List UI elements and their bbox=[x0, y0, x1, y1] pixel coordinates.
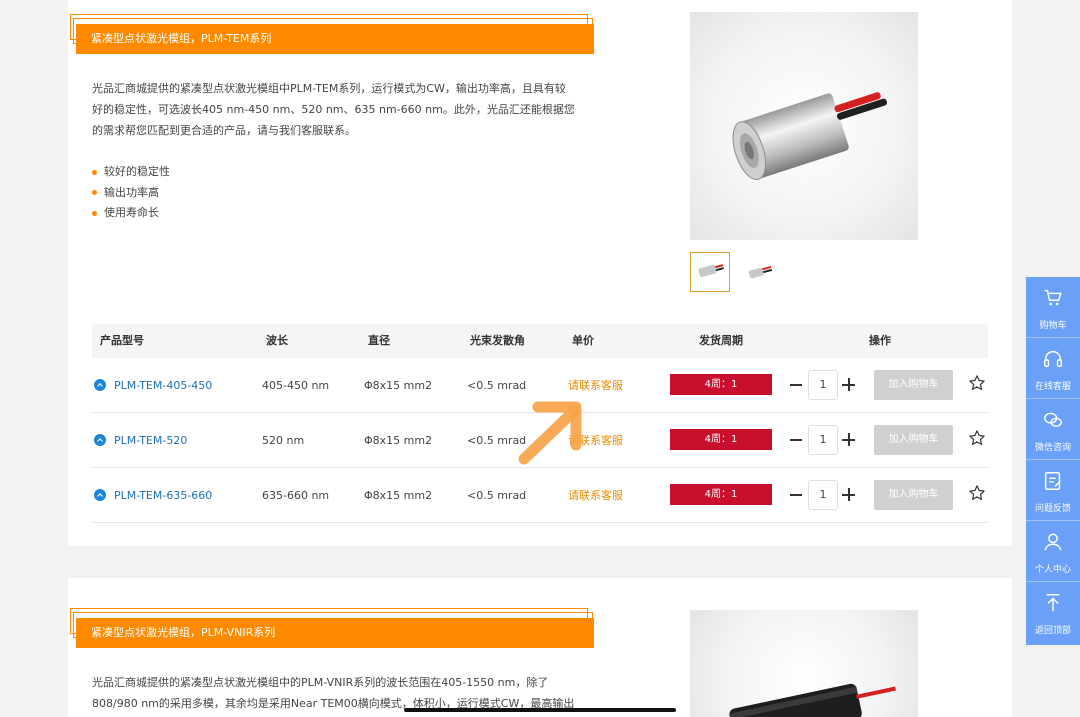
thumbnail-2[interactable] bbox=[740, 252, 780, 292]
header-lead-time: 发货周期 bbox=[699, 334, 743, 347]
thumbnail-1[interactable] bbox=[690, 252, 730, 292]
product-section-vnir: 紧凑型点状激光模组，PLM-VNIR系列 光品汇商城提供的紧凑型点状激光模组中的… bbox=[68, 578, 1012, 717]
diameter-cell: Φ8x15 mm2 bbox=[364, 489, 433, 502]
section-title: 紧凑型点状激光模组，PLM-TEM系列 bbox=[76, 24, 594, 54]
expand-icon[interactable] bbox=[94, 489, 106, 501]
product-main-image[interactable] bbox=[690, 12, 918, 240]
header-actions: 操作 bbox=[869, 334, 891, 347]
decrease-quantity-button[interactable] bbox=[790, 439, 802, 441]
lead-time-badge: 4周：1 bbox=[670, 484, 772, 505]
expand-icon[interactable] bbox=[94, 379, 106, 391]
sidebar-item-label: 问题反馈 bbox=[1034, 504, 1071, 514]
sidebar-item-label: 购物车 bbox=[1039, 321, 1067, 331]
model-link[interactable]: PLM-TEM-520 bbox=[114, 413, 187, 468]
product-main-image[interactable] bbox=[690, 610, 918, 717]
expand-icon[interactable] bbox=[94, 434, 106, 446]
bullet-icon bbox=[92, 169, 97, 175]
sidebar-item-profile[interactable]: 个人中心 bbox=[1026, 521, 1080, 582]
quantity-input[interactable]: 1 bbox=[808, 480, 838, 510]
feedback-icon bbox=[1044, 472, 1061, 490]
wavelength-cell: 520 nm bbox=[262, 434, 305, 447]
annotation-arrow-icon bbox=[518, 401, 582, 465]
add-to-cart-button[interactable]: 加入购物车 bbox=[874, 370, 953, 400]
home-indicator bbox=[404, 708, 676, 712]
header-diameter: 直径 bbox=[368, 334, 390, 347]
quantity-input[interactable]: 1 bbox=[808, 425, 838, 455]
wechat-icon bbox=[1044, 412, 1062, 427]
star-icon[interactable] bbox=[968, 484, 986, 502]
sidebar-item-label: 返回顶部 bbox=[1034, 626, 1071, 636]
star-icon[interactable] bbox=[968, 374, 986, 392]
add-to-cart-button[interactable]: 加入购物车 bbox=[874, 425, 953, 455]
section-title: 紧凑型点状激光模组，PLM-VNIR系列 bbox=[76, 618, 594, 648]
add-to-cart-button[interactable]: 加入购物车 bbox=[874, 480, 953, 510]
decrease-quantity-button[interactable] bbox=[790, 384, 802, 386]
bullet-icon bbox=[92, 190, 97, 196]
diameter-cell: Φ8x15 mm2 bbox=[364, 434, 433, 447]
feature-item: 使用寿命长 bbox=[92, 203, 170, 224]
section-description: 光品汇商城提供的紧凑型点状激光模组中PLM-TEM系列，运行模式为CW，输出功率… bbox=[92, 82, 575, 137]
table-row: PLM-TEM-635-660 635-660 nm Φ8x15 mm2 <0.… bbox=[92, 468, 988, 523]
increase-quantity-button[interactable] bbox=[842, 488, 855, 501]
user-icon bbox=[1044, 533, 1062, 551]
section-title-banner: 紧凑型点状激光模组，PLM-TEM系列 bbox=[68, 14, 598, 56]
decrease-quantity-button[interactable] bbox=[790, 494, 802, 496]
divergence-cell: <0.5 mrad bbox=[467, 489, 527, 502]
sidebar-item-label: 个人中心 bbox=[1034, 565, 1071, 575]
header-price: 单价 bbox=[572, 334, 594, 347]
bullet-icon bbox=[92, 210, 97, 216]
diameter-cell: Φ8x15 mm2 bbox=[364, 379, 433, 392]
contact-service-link[interactable]: 请联系客服 bbox=[568, 468, 623, 523]
table-header: 产品型号 波长 直径 光束发散角 单价 发货周期 操作 bbox=[92, 324, 988, 358]
lead-time-badge: 4周：1 bbox=[670, 374, 772, 395]
section-title-banner: 紧凑型点状激光模组，PLM-VNIR系列 bbox=[68, 608, 598, 650]
model-link[interactable]: PLM-TEM-405-450 bbox=[114, 358, 212, 413]
sidebar-item-back-to-top[interactable]: 返回顶部 bbox=[1026, 582, 1080, 643]
feature-item: 较好的稳定性 bbox=[92, 162, 170, 183]
wavelength-cell: 405-450 nm bbox=[262, 379, 330, 392]
increase-quantity-button[interactable] bbox=[842, 378, 855, 391]
header-divergence: 光束发散角 bbox=[470, 334, 525, 347]
back-to-top-icon bbox=[1046, 594, 1060, 612]
header-model: 产品型号 bbox=[100, 334, 144, 347]
sidebar-item-label: 微信咨询 bbox=[1034, 443, 1071, 453]
headset-icon bbox=[1044, 351, 1062, 368]
feature-item: 输出功率高 bbox=[92, 183, 170, 204]
increase-quantity-button[interactable] bbox=[842, 433, 855, 446]
star-icon[interactable] bbox=[968, 429, 986, 447]
sidebar-item-cart[interactable]: 购物车 bbox=[1026, 277, 1080, 338]
feature-list: 较好的稳定性 输出功率高 使用寿命长 bbox=[92, 162, 170, 224]
header-wavelength: 波长 bbox=[266, 334, 288, 347]
sidebar-item-online-service[interactable]: 在线客服 bbox=[1026, 338, 1080, 399]
sidebar-item-feedback[interactable]: 问题反馈 bbox=[1026, 460, 1080, 521]
cart-icon bbox=[1044, 289, 1062, 306]
floating-sidebar: 购物车 在线客服 微信咨询 问题反馈 个人中心 返回顶部 bbox=[1026, 277, 1080, 645]
quantity-input[interactable]: 1 bbox=[808, 370, 838, 400]
wavelength-cell: 635-660 nm bbox=[262, 489, 330, 502]
sidebar-item-label: 在线客服 bbox=[1034, 382, 1071, 392]
lead-time-badge: 4周：1 bbox=[670, 429, 772, 450]
model-link[interactable]: PLM-TEM-635-660 bbox=[114, 468, 212, 523]
sidebar-item-wechat[interactable]: 微信咨询 bbox=[1026, 399, 1080, 460]
